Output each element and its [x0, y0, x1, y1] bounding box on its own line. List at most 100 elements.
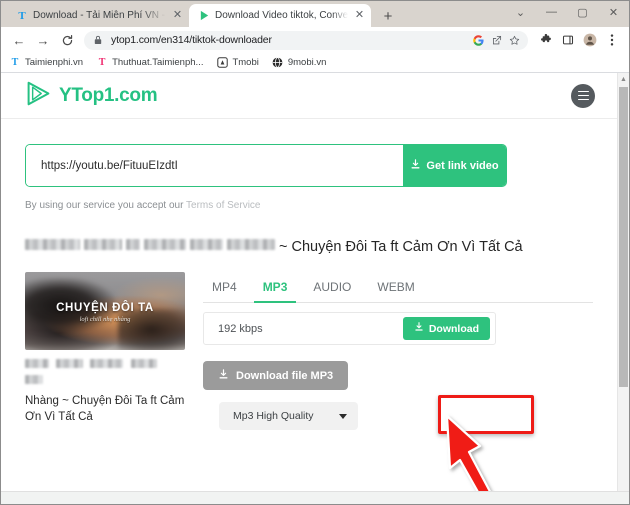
web-page: YTop1.com Get — [1, 73, 617, 504]
bookmark-tmobi[interactable]: Tmobi — [216, 57, 259, 69]
lock-icon — [90, 33, 105, 48]
tab-mp3[interactable]: MP3 — [250, 276, 301, 303]
download-row: 192 kbps Download — [203, 312, 496, 345]
redacted-caption-part — [130, 359, 157, 368]
profile-avatar-icon[interactable] — [580, 30, 600, 50]
reload-icon[interactable] — [56, 29, 78, 51]
minimize-button[interactable]: — — [536, 1, 567, 23]
get-link-video-label: Get link video — [426, 159, 499, 172]
chrome-menu-icon[interactable] — [602, 30, 622, 50]
bookmark-favicon-t-blue: T — [11, 57, 19, 68]
site-brand-name: YTop1.com — [59, 84, 158, 106]
toolbar-icons — [536, 30, 622, 50]
close-window-button[interactable]: ✕ — [598, 1, 629, 23]
download-file-mp3-button[interactable]: Download file MP3 — [203, 361, 349, 390]
download-icon — [414, 322, 424, 335]
format-panel: MP4 MP3 AUDIO WEBM 192 kbps Download Dow… — [203, 272, 593, 430]
mp3-quality-value: Mp3 High Quality — [233, 410, 314, 422]
window-controls: ⌄ — ▢ ✕ — [505, 1, 629, 23]
new-tab-button[interactable]: + — [376, 5, 400, 27]
share-icon[interactable] — [489, 33, 504, 48]
redacted-caption-row — [25, 358, 185, 390]
back-button[interactable]: ← — [8, 29, 30, 51]
thumbnail-caption-visible: Nhàng ~ Chuyện Đôi Ta ft Cảm Ơn Vì Tất C… — [25, 395, 185, 423]
bookmark-thuthuat[interactable]: T Thuthuat.Taimienph... — [96, 57, 204, 69]
status-bar — [1, 491, 629, 504]
download-icon — [218, 368, 229, 383]
bookmark-taimienphi[interactable]: T Taimienphi.vn — [9, 57, 83, 69]
bookmarks-bar: T Taimienphi.vn T Thuthuat.Taimienph... … — [1, 53, 629, 73]
tab-search-chevron-icon[interactable]: ⌄ — [505, 1, 536, 23]
tab-favicon-play-icon — [198, 10, 210, 22]
terms-text: By using our service you accept our — [25, 200, 187, 211]
download-icon — [410, 158, 421, 173]
bookmark-label: Thuthuat.Taimienph... — [112, 57, 204, 68]
download-file-mp3-label: Download file MP3 — [236, 369, 334, 382]
bookmark-9mobi[interactable]: 9mobi.vn — [272, 57, 327, 69]
redacted-title-part — [190, 239, 223, 250]
download-button-label: Download — [428, 322, 479, 335]
bookmark-globe-icon — [272, 57, 284, 69]
video-thumbnail[interactable]: CHUYỆN ĐÔI TA lofi chill nhẹ nhàng — [25, 272, 185, 350]
video-title: ~ Chuyện Đôi Ta ft Cảm Ơn Vì Tất Cả — [25, 237, 525, 258]
thumbnail-overlay-subtitle: lofi chill nhẹ nhàng — [79, 316, 131, 324]
side-panel-icon[interactable] — [558, 30, 578, 50]
bitrate-label: 192 kbps — [218, 322, 263, 335]
tab-close-icon[interactable]: ✕ — [353, 9, 366, 22]
browser-window: T Download - Tải Miễn Phí VN - Ph ✕ Down… — [0, 0, 630, 505]
page-content: Get link video By using our service you … — [1, 144, 617, 430]
browser-tab-1[interactable]: T Download - Tải Miễn Phí VN - Ph ✕ — [7, 4, 189, 27]
tab-mp4[interactable]: MP4 — [203, 276, 250, 302]
hamburger-icon[interactable] — [571, 83, 595, 108]
format-tabs: MP4 MP3 AUDIO WEBM — [203, 276, 593, 303]
terms-of-service-link[interactable]: Terms of Service — [186, 200, 260, 211]
redacted-caption-part — [25, 375, 43, 384]
tab-close-icon[interactable]: ✕ — [171, 9, 184, 22]
forward-button[interactable]: → — [32, 29, 54, 51]
address-bar[interactable]: ytop1.com/en314/tiktok-downloader — [84, 30, 528, 50]
download-button[interactable]: Download — [402, 317, 490, 340]
redacted-caption-part — [56, 359, 84, 368]
bookmark-label: Taimienphi.vn — [25, 57, 84, 68]
bookmark-label: 9mobi.vn — [287, 57, 327, 68]
redacted-title-part — [144, 239, 186, 250]
thumbnail-column: CHUYỆN ĐÔI TA lofi chill nhẹ nhàng Nhàng… — [25, 272, 185, 430]
redacted-title-part — [227, 239, 275, 250]
google-icon[interactable] — [471, 33, 486, 48]
media-section: CHUYỆN ĐÔI TA lofi chill nhẹ nhàng Nhàng… — [25, 272, 593, 430]
play-triangle-icon — [25, 80, 52, 112]
chevron-down-icon — [339, 413, 347, 419]
redacted-title-part — [25, 239, 80, 250]
mp3-quality-select[interactable]: Mp3 High Quality — [219, 402, 358, 430]
site-header: YTop1.com — [1, 73, 617, 119]
tab-webm[interactable]: WEBM — [364, 276, 427, 302]
redacted-title-part — [84, 239, 122, 250]
get-link-video-button[interactable]: Get link video — [403, 145, 506, 186]
bookmark-label: Tmobi — [232, 57, 259, 68]
bookmark-app-icon — [216, 57, 228, 69]
url-search-row: Get link video — [25, 144, 507, 187]
scroll-up-arrow-icon[interactable]: ▲ — [618, 73, 629, 85]
extensions-puzzle-icon[interactable] — [536, 30, 556, 50]
thumbnail-overlay-title: CHUYỆN ĐÔI TA — [56, 301, 154, 314]
bookmark-favicon-t-pink: T — [98, 57, 106, 68]
redacted-title-part — [126, 239, 140, 250]
thumbnail-caption: Nhàng ~ Chuyện Đôi Ta ft Cảm Ơn Vì Tất C… — [25, 358, 185, 425]
url-input[interactable] — [26, 145, 403, 186]
bookmark-star-icon[interactable] — [507, 33, 522, 48]
browser-tab-2[interactable]: Download Video tiktok, Convert ✕ — [189, 4, 371, 27]
tab-audio[interactable]: AUDIO — [300, 276, 364, 302]
tab-title: Download - Tải Miễn Phí VN - Ph — [33, 9, 166, 21]
terms-notice: By using our service you accept our Term… — [25, 200, 593, 211]
redacted-caption-part — [90, 359, 124, 368]
page-viewport: YTop1.com Get — [1, 73, 629, 504]
tab-favicon-taimienphi: T — [18, 9, 26, 22]
browser-toolbar: ← → ytop1.com/en314/tiktok-downloader — [1, 27, 629, 53]
omnibox-icons — [471, 33, 522, 48]
redacted-caption-part — [25, 359, 49, 368]
page-scrollbar[interactable]: ▲ — [617, 73, 629, 504]
maximize-button[interactable]: ▢ — [567, 1, 598, 23]
site-brand[interactable]: YTop1.com — [25, 80, 158, 112]
tab-strip: T Download - Tải Miễn Phí VN - Ph ✕ Down… — [1, 1, 629, 27]
scrollbar-thumb[interactable] — [619, 87, 628, 387]
